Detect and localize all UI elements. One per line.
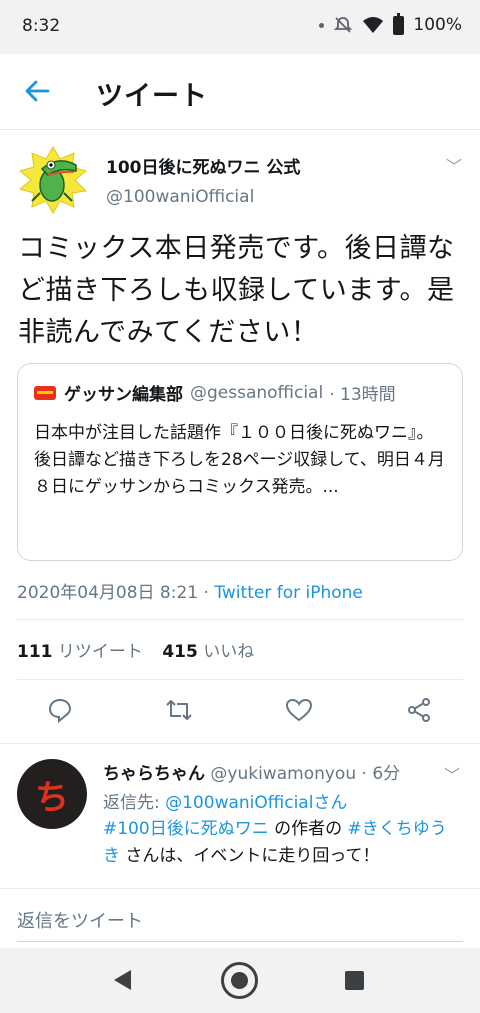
reply-tweet[interactable]: ち ちゃらちゃん @yukiwamonyou · 6分 ﹀ 返信先: @100w… bbox=[0, 743, 480, 888]
quoted-tweet-text: 日本中が注目した話題作『１００日後に死ぬワニ』。後日譚など描き下ろしを28ページ… bbox=[34, 423, 445, 497]
nav-recents-icon[interactable] bbox=[345, 971, 364, 990]
reply-text: #100日後に死ぬワニ の作者の #きくちゆうき さんは、イベントに走り回って！ bbox=[103, 816, 455, 870]
chevron-down-icon[interactable]: ﹀ bbox=[444, 762, 460, 786]
replying-to-label: 返信先: bbox=[103, 793, 160, 813]
gessan-logo-icon bbox=[34, 385, 56, 400]
page-title: ツイート bbox=[96, 81, 208, 112]
tweet-source-link[interactable]: Twitter for iPhone bbox=[214, 583, 363, 603]
author-handle[interactable]: @100waniOfficial bbox=[106, 187, 254, 207]
tweet-timestamp: 2020年04月08日 8:21 bbox=[17, 583, 199, 603]
reply-text-part: さんは、イベントに走り回って！ bbox=[120, 846, 380, 866]
author-avatar[interactable] bbox=[18, 145, 88, 215]
likes-count: 415 bbox=[162, 642, 198, 662]
reply-icon bbox=[48, 698, 72, 723]
tweet-actions bbox=[0, 692, 480, 732]
nav-back-icon[interactable] bbox=[114, 970, 131, 990]
reply-input-placeholder[interactable]: 返信をツイート bbox=[17, 907, 143, 933]
replying-to: 返信先: @100waniOfficialさん bbox=[103, 788, 347, 813]
divider bbox=[17, 619, 463, 620]
reply-header: ちゃらちゃん @yukiwamonyou · 6分 bbox=[103, 759, 400, 784]
tweet-stats: 111 リツイート 415 いいね bbox=[17, 637, 254, 662]
likes-stat[interactable]: 415 いいね bbox=[162, 642, 254, 662]
share-icon bbox=[408, 698, 430, 722]
tweet-text: コミックス本日発売です。後日譚など描き下ろしも収録しています。是非読んでみてくだ… bbox=[18, 233, 455, 348]
nav-home-icon[interactable] bbox=[221, 962, 258, 999]
reply-avatar-char: ち bbox=[35, 777, 69, 818]
back-arrow-icon[interactable] bbox=[22, 76, 52, 106]
hashtag-link[interactable]: #100日後に死ぬワニ bbox=[103, 819, 269, 839]
retweets-label: リツイート bbox=[57, 642, 143, 662]
reply-button[interactable] bbox=[42, 692, 78, 728]
battery-percent: 100% bbox=[413, 15, 462, 35]
notification-dot-icon bbox=[319, 22, 325, 28]
reply-time-ago: · 6分 bbox=[361, 764, 401, 784]
divider bbox=[17, 679, 463, 680]
mute-bell-icon bbox=[334, 17, 353, 33]
tweet-meta: 2020年04月08日 8:21 · Twitter for iPhone bbox=[17, 578, 363, 603]
heart-icon bbox=[285, 698, 313, 722]
top-app-bar: ツイート bbox=[0, 54, 480, 130]
quoted-author-name: ゲッサン編集部 bbox=[64, 385, 183, 405]
system-nav-bar bbox=[0, 948, 480, 1013]
quoted-time-ago: · 13時間 bbox=[329, 385, 396, 405]
retweets-stat[interactable]: 111 リツイート bbox=[17, 642, 148, 662]
status-icons: 100% bbox=[319, 12, 462, 35]
wifi-icon bbox=[363, 17, 384, 33]
reply-author-name[interactable]: ちゃらちゃん bbox=[103, 764, 205, 784]
likes-label: いいね bbox=[203, 642, 255, 662]
quoted-author-handle: @gessanofficial bbox=[190, 382, 324, 403]
tweet-author: 100日後に死ぬワニ 公式 @100waniOfficial ﹀ bbox=[18, 145, 462, 215]
reply-author-handle[interactable]: @yukiwamonyou bbox=[210, 764, 356, 784]
like-button[interactable] bbox=[281, 692, 317, 728]
retweet-button[interactable] bbox=[161, 692, 197, 728]
status-bar: 8:32 100% bbox=[0, 0, 480, 54]
status-time: 8:32 bbox=[22, 16, 61, 36]
retweet-icon bbox=[166, 700, 192, 720]
author-name[interactable]: 100日後に死ぬワニ 公式 bbox=[106, 153, 300, 178]
reply-avatar[interactable]: ち bbox=[17, 759, 87, 829]
reply-composer[interactable]: 返信をツイート bbox=[0, 888, 480, 948]
retweets-count: 111 bbox=[17, 642, 53, 662]
chevron-down-icon[interactable]: ﹀ bbox=[446, 153, 462, 177]
composer-underline bbox=[17, 941, 463, 942]
battery-icon bbox=[393, 12, 405, 35]
quoted-tweet-header: ゲッサン編集部 @gessanofficial · 13時間 bbox=[34, 380, 396, 405]
quoted-tweet-card[interactable]: ゲッサン編集部 @gessanofficial · 13時間 日本中が注目した話… bbox=[17, 363, 463, 561]
replying-to-user[interactable]: @100waniOfficialさん bbox=[165, 793, 347, 813]
meta-separator: · bbox=[203, 583, 209, 603]
reply-text-part: の作者の bbox=[268, 819, 348, 839]
share-button[interactable] bbox=[401, 692, 437, 728]
